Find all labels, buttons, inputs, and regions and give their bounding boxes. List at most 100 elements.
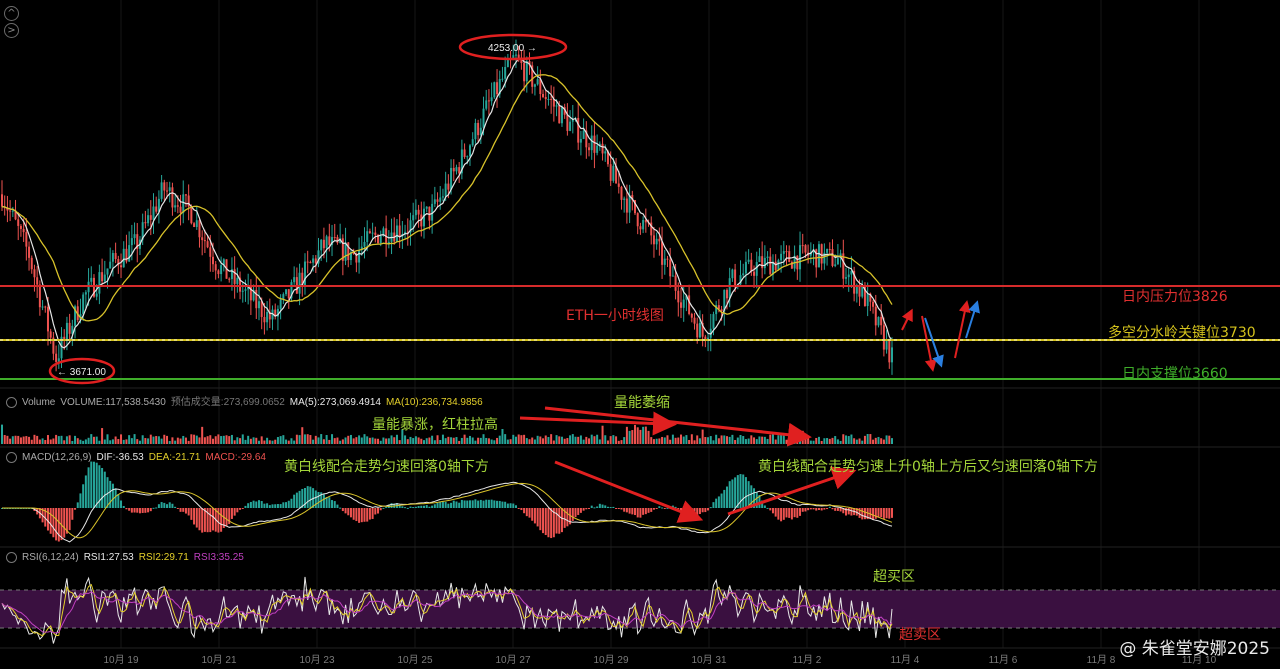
volume-bar [314, 435, 317, 444]
candle-body [36, 277, 39, 285]
volume-bar [285, 439, 288, 444]
volume-bar [531, 437, 534, 444]
candle-body [455, 167, 458, 172]
macd-bar [333, 501, 336, 508]
macd-bar [466, 500, 469, 508]
volume-bar [111, 439, 114, 444]
candle-body [652, 235, 655, 245]
candle-body [293, 277, 296, 283]
volume-bar [122, 439, 125, 444]
macd-bar [604, 505, 607, 508]
macd-bar [634, 508, 637, 516]
collapse-up-icon[interactable]: ^ [4, 6, 19, 21]
candle-body [661, 241, 664, 265]
volume-bar [325, 435, 328, 444]
candle-body [593, 135, 596, 153]
macd-bar [609, 507, 612, 509]
macd-bar [147, 508, 150, 513]
x-tick-label: 10月 19 [103, 654, 138, 666]
volume-bar [885, 435, 888, 444]
volume-bar [490, 439, 493, 444]
macd-bar [531, 508, 534, 521]
candle-body [203, 240, 206, 242]
candle-body [817, 244, 820, 268]
candle-body [728, 278, 731, 299]
collapse-down-icon[interactable]: > [4, 23, 19, 38]
volume-bar [425, 438, 428, 444]
macd-bar [160, 502, 163, 508]
volume-bar [41, 438, 44, 444]
candle-body [130, 238, 133, 246]
volume-bar [880, 438, 883, 444]
macd-bar [685, 508, 688, 512]
volume-bar [631, 430, 634, 444]
macd-bar [271, 504, 274, 508]
x-tick-label: 10月 25 [397, 654, 432, 666]
volume-bar [393, 437, 396, 444]
macd-bar [661, 507, 664, 509]
candle-body [452, 167, 455, 172]
candle-body [734, 269, 737, 287]
candle-body [834, 264, 837, 266]
eye-icon[interactable] [6, 552, 17, 563]
volume-bar [793, 438, 796, 444]
volume-bar [709, 436, 712, 444]
volume-bar [509, 439, 512, 444]
macd-bar [287, 500, 290, 508]
rsi-header: RSI(6,12,24) RSI1:27.53 RSI2:29.71 RSI3:35.… [6, 552, 249, 563]
volume-bar [136, 439, 139, 444]
macd-bar [831, 508, 834, 510]
candle-body [774, 261, 777, 271]
volume-bar [460, 437, 463, 444]
volume-bar [33, 434, 36, 444]
macd-bar [71, 508, 74, 520]
candle-body [19, 225, 22, 229]
candle-body [501, 78, 504, 80]
macd-bar [839, 508, 842, 512]
eye-icon[interactable] [6, 452, 17, 463]
macd-bar [360, 508, 363, 523]
macd-bar [290, 498, 293, 508]
macd-bar [544, 508, 547, 536]
macd-bar [163, 502, 166, 508]
volume-bar [771, 434, 774, 444]
macd-bar [358, 508, 361, 523]
macd-bar [780, 508, 783, 522]
candle-body [328, 236, 331, 245]
macd-bar [463, 500, 466, 508]
volume-bar [9, 438, 12, 444]
macd-bar [144, 508, 147, 513]
macd-bar [790, 508, 793, 520]
macd-bar [493, 500, 496, 508]
volume-bar [628, 430, 631, 444]
candle-body [206, 241, 209, 248]
candle-body [769, 256, 772, 275]
volume-bar [117, 439, 120, 444]
volume-bar [168, 440, 171, 444]
candle-body [220, 265, 223, 275]
eye-icon[interactable] [6, 396, 17, 408]
candle-body [558, 105, 561, 124]
volume-bar [577, 436, 580, 444]
volume-bar [125, 439, 128, 444]
volume-bar [420, 438, 423, 444]
macd-bar [577, 508, 580, 515]
volume-bar [230, 434, 233, 444]
candle-body [642, 220, 645, 230]
candle-body [888, 340, 891, 363]
candle-body [785, 251, 788, 253]
candle-body [496, 82, 499, 95]
macd-bar [793, 508, 796, 518]
candle-body [257, 301, 260, 309]
candle-body [190, 206, 193, 224]
projection-arrow [954, 300, 971, 359]
candle-body [504, 66, 507, 79]
candle-body [804, 245, 807, 253]
candle-body [195, 220, 198, 227]
macd-bar [401, 506, 404, 508]
annotation-volume-shrink: 量能萎缩 [614, 395, 670, 411]
volume-bar [777, 435, 780, 444]
volume-bar [220, 436, 223, 444]
volume-bar [360, 437, 363, 444]
candle-body [439, 197, 442, 202]
